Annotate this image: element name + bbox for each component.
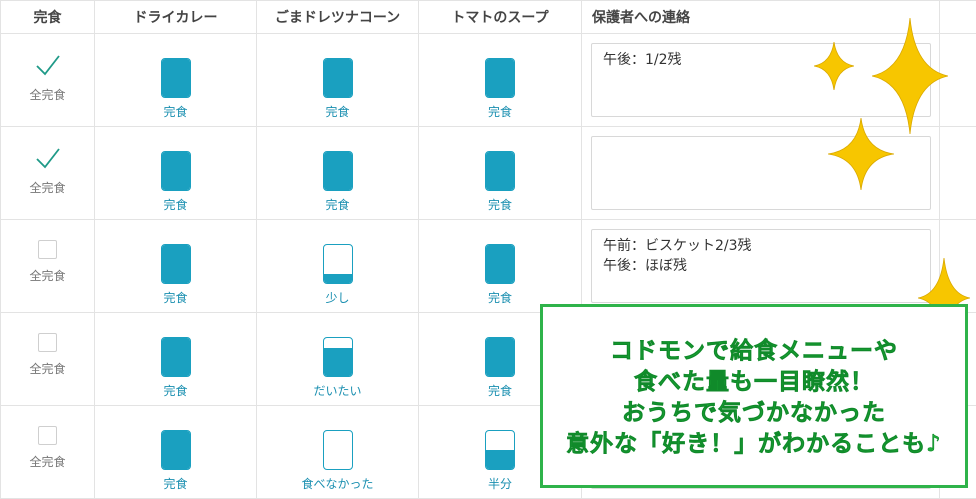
meal-amount-icon[interactable] [161,151,191,191]
header-dish-3: トマトのスープ [419,1,582,34]
dish-cell: 完食 [95,220,257,313]
meal-amount-label: 少し [257,289,418,306]
meal-amount-icon[interactable] [161,244,191,284]
meal-amount-fill [162,59,190,97]
meal-amount-fill [324,59,352,97]
meal-amount-fill [486,450,514,469]
dish-cell: 少し [257,220,419,313]
meal-amount-icon[interactable] [161,430,191,470]
dish-cell: 完食 [419,220,582,313]
complete-cell: 全完食 [1,406,95,499]
meal-amount-label: 完食 [95,382,256,399]
meal-amount-icon[interactable] [323,244,353,284]
meal-amount-fill [162,245,190,283]
meal-amount-fill [162,431,190,469]
table-row: 全完食完食少し完食午前：ビスケット2/3残午後：ほぼ残 [1,220,976,313]
promo-line-1: コドモンで給食メニューや [543,336,965,367]
all-complete-label: 全完食 [1,267,94,284]
meal-amount-icon[interactable] [323,337,353,377]
dish-cell: 完食 [95,127,257,220]
complete-cell: 全完食 [1,220,95,313]
all-complete-label: 全完食 [1,360,94,377]
sparkle-icon [814,42,854,90]
complete-checkbox[interactable] [38,333,57,352]
all-complete-label: 全完食 [1,179,94,196]
meal-amount-fill [486,59,514,97]
dish-cell: 完食 [257,127,419,220]
meal-amount-icon[interactable] [485,151,515,191]
meal-amount-fill [486,152,514,190]
meal-amount-icon[interactable] [161,58,191,98]
meal-amount-label: 完食 [419,196,581,213]
promo-line-4: 意外な「好き！」がわかることも♪ [543,429,965,460]
table-header-row: 完食 ドライカレー ごまドレツナコーン トマトのスープ 保護者への連絡 [1,1,976,34]
meal-amount-icon[interactable] [161,337,191,377]
meal-amount-label: 食べなかった [257,475,418,492]
meal-amount-icon[interactable] [485,58,515,98]
meal-amount-fill [324,274,352,284]
complete-cell: 全完食 [1,127,95,220]
meal-amount-fill [486,338,514,376]
sparkle-icon [828,118,894,190]
meal-amount-icon[interactable] [323,151,353,191]
meal-amount-fill [324,152,352,190]
meal-amount-icon[interactable] [485,337,515,377]
spacer-cell [940,127,976,220]
sparkle-icon [872,18,948,134]
meal-amount-fill [324,348,352,377]
meal-amount-fill [162,338,190,376]
dish-cell: 完食 [95,406,257,499]
memo-text-line: 午後：ほぼ残 [603,256,919,276]
meal-amount-fill [486,245,514,283]
checkmark-icon[interactable] [35,145,61,171]
dish-cell: だいたい [257,313,419,406]
meal-amount-label: だいたい [257,382,418,399]
meal-amount-fill [162,152,190,190]
memo-text-line: 午前：ビスケット2/3残 [603,236,919,256]
checkmark-icon[interactable] [35,52,61,78]
meal-amount-label: 完食 [95,103,256,120]
meal-amount-icon[interactable] [323,58,353,98]
meal-amount-icon[interactable] [485,430,515,470]
header-dish-2: ごまドレツナコーン [257,1,419,34]
promo-line-3: おうちで気づかなかった [543,398,965,429]
meal-amount-label: 完食 [257,103,418,120]
meal-amount-label: 完食 [95,196,256,213]
meal-amount-icon[interactable] [323,430,353,470]
dish-cell: 完食 [95,34,257,127]
header-complete: 完食 [1,1,95,34]
header-dish-1: ドライカレー [95,1,257,34]
complete-cell: 全完食 [1,313,95,406]
dish-cell: 完食 [419,127,582,220]
promo-line-2: 食べた量も一目瞭然！ [543,367,965,398]
all-complete-label: 全完食 [1,453,94,470]
dish-cell: 完食 [257,34,419,127]
promo-callout: コドモンで給食メニューや 食べた量も一目瞭然！ おうちで気づかなかった 意外な「… [540,304,968,488]
complete-cell: 全完食 [1,34,95,127]
meal-amount-label: 完食 [95,475,256,492]
dish-cell: 完食 [419,34,582,127]
dish-cell: 食べなかった [257,406,419,499]
memo-textarea[interactable]: 午前：ビスケット2/3残午後：ほぼ残 [591,229,931,303]
meal-amount-label: 完食 [257,196,418,213]
meal-amount-label: 完食 [419,103,581,120]
all-complete-label: 全完食 [1,86,94,103]
dish-cell: 完食 [95,313,257,406]
memo-cell: 午前：ビスケット2/3残午後：ほぼ残 [582,220,940,313]
meal-amount-icon[interactable] [485,244,515,284]
meal-amount-label: 完食 [95,289,256,306]
complete-checkbox[interactable] [38,426,57,445]
complete-checkbox[interactable] [38,240,57,259]
